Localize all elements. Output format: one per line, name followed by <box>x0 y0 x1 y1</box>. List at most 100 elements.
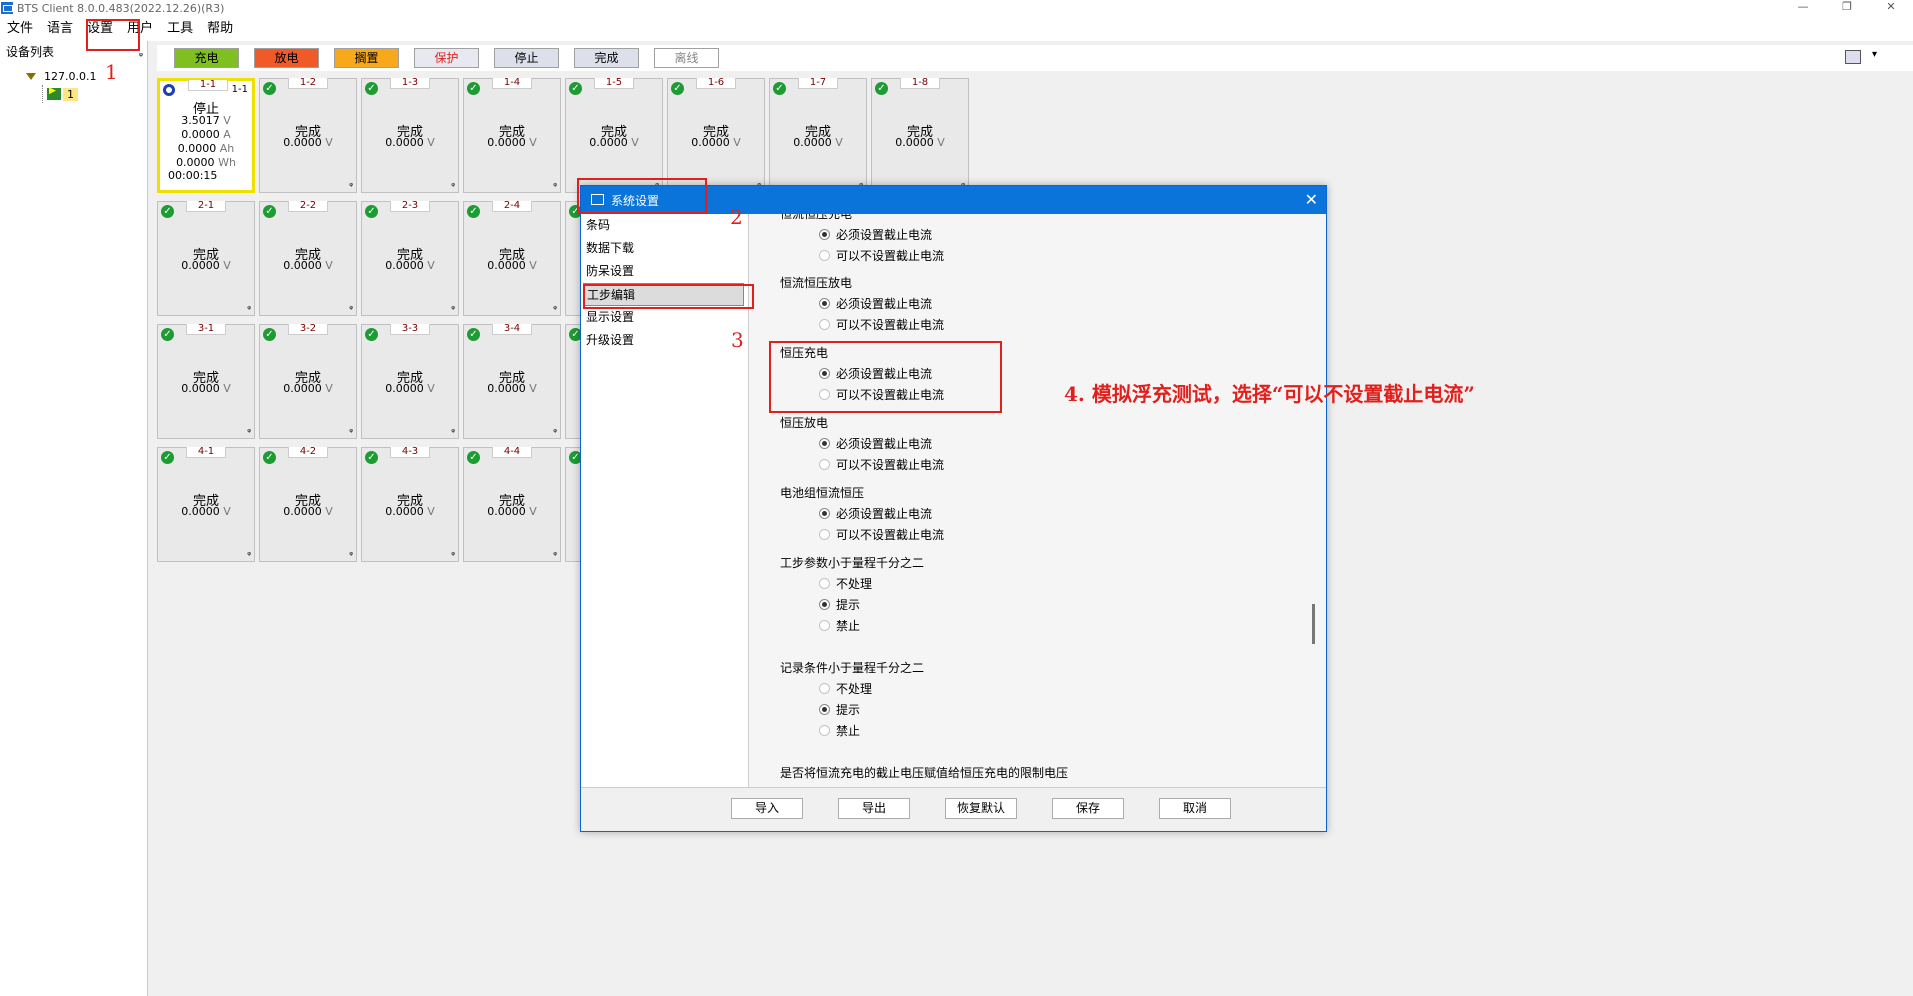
pin-icon[interactable]: ᵩ <box>553 179 557 189</box>
radio-button[interactable] <box>819 229 830 240</box>
pin-icon[interactable]: ᵩ <box>553 548 557 558</box>
channel-cell[interactable]: 1-5 ✓ 完成 0.0000 Vᵩ <box>565 78 663 193</box>
radio-option[interactable]: 可以不设置截止电流 <box>819 526 944 543</box>
tree-node-device[interactable]: 1 <box>42 85 147 103</box>
radio-button[interactable] <box>819 725 830 736</box>
radio-option[interactable]: 必须设置截止电流 <box>819 295 932 312</box>
scrollbar[interactable] <box>1312 214 1316 787</box>
nav-foolproof[interactable]: 防呆设置 <box>581 260 748 283</box>
pin-icon[interactable]: ᵩ <box>451 179 455 189</box>
radio-option[interactable]: 必须设置截止电流 <box>819 435 932 452</box>
channel-cell[interactable]: 2-3 ✓ 完成 0.0000 Vᵩ <box>361 201 459 316</box>
pin-icon[interactable]: ᵩ <box>247 548 251 558</box>
channel-cell[interactable]: 2-1 ✓ 完成 0.0000 Vᵩ <box>157 201 255 316</box>
radio-button[interactable] <box>819 529 830 540</box>
pin-icon[interactable]: ᵩ <box>349 425 353 435</box>
radio-button[interactable] <box>819 508 830 519</box>
radio-option[interactable]: 必须设置截止电流 <box>819 226 932 243</box>
channel-cell[interactable]: 1-8 ✓ 完成 0.0000 Vᵩ <box>871 78 969 193</box>
title-bar: BTS Client 8.0.0.483(2022.12.26)(R3) — ❐… <box>0 0 1913 16</box>
channel-cell[interactable]: 3-1 ✓ 完成 0.0000 Vᵩ <box>157 324 255 439</box>
cancel-button[interactable]: 取消 <box>1159 798 1231 819</box>
pin-icon[interactable]: ᵩ <box>451 548 455 558</box>
pin-icon[interactable]: ᵩ <box>247 302 251 312</box>
layout-icon[interactable] <box>1845 50 1861 64</box>
radio-button[interactable] <box>819 459 830 470</box>
radio-option[interactable]: 不处理 <box>819 575 872 592</box>
channel-cell-selected[interactable]: 1-1 1-1 停止 3.5017 V 0.0000 A 0.0000 Ah 0… <box>157 78 255 193</box>
channel-cell[interactable]: 4-2 ✓ 完成 0.0000 Vᵩ <box>259 447 357 562</box>
pin-icon[interactable]: ᵩ <box>451 425 455 435</box>
nav-barcode[interactable]: 条码 <box>581 214 748 237</box>
channel-cell[interactable]: 1-7 ✓ 完成 0.0000 Vᵩ <box>769 78 867 193</box>
menu-tools[interactable]: 工具 <box>160 16 200 41</box>
pin-icon[interactable]: ᵩ <box>247 425 251 435</box>
tree-node-root[interactable]: 127.0.0.1 <box>26 67 147 85</box>
status-protect[interactable]: 保护 <box>414 48 479 68</box>
radio-button[interactable] <box>819 599 830 610</box>
channel-cell[interactable]: 1-6 ✓ 完成 0.0000 Vᵩ <box>667 78 765 193</box>
radio-option[interactable]: 提示 <box>819 596 860 613</box>
radio-button[interactable] <box>819 250 830 261</box>
status-discharge[interactable]: 放电 <box>254 48 319 68</box>
restore-button[interactable]: ❐ <box>1825 0 1869 16</box>
radio-option[interactable]: 可以不设置截止电流 <box>819 316 944 333</box>
export-button[interactable]: 导出 <box>838 798 910 819</box>
channel-cell[interactable]: 3-4 ✓ 完成 0.0000 Vᵩ <box>463 324 561 439</box>
radio-button[interactable] <box>819 438 830 449</box>
radio-option[interactable]: 不处理 <box>819 680 872 697</box>
save-button[interactable]: 保存 <box>1052 798 1124 819</box>
nav-display[interactable]: 显示设置 <box>581 306 748 329</box>
radio-option[interactable]: 可以不设置截止电流 <box>819 247 944 264</box>
close-button[interactable]: ✕ <box>1869 0 1913 16</box>
channel-cell[interactable]: 1-4 ✓ 完成 0.0000 Vᵩ <box>463 78 561 193</box>
pin-icon[interactable]: ᵩ <box>349 302 353 312</box>
radio-option[interactable]: 提示 <box>819 701 860 718</box>
dialog-close-button[interactable]: ✕ <box>1305 190 1318 209</box>
pin-icon[interactable]: ᵩ <box>451 302 455 312</box>
channel-cell[interactable]: 3-3 ✓ 完成 0.0000 Vᵩ <box>361 324 459 439</box>
pin-icon[interactable]: ᵩ <box>349 548 353 558</box>
channel-cell[interactable]: 2-4 ✓ 完成 0.0000 Vᵩ <box>463 201 561 316</box>
expand-arrow-icon[interactable] <box>26 72 36 80</box>
channel-cell[interactable]: 4-1 ✓ 完成 0.0000 Vᵩ <box>157 447 255 562</box>
restore-default-button[interactable]: 恢复默认 <box>945 798 1017 819</box>
radio-button[interactable] <box>819 704 830 715</box>
radio-option[interactable]: 禁止 <box>819 722 860 739</box>
radio-button[interactable] <box>819 298 830 309</box>
nav-upgrade[interactable]: 升级设置 <box>581 329 748 352</box>
chevron-down-icon[interactable]: ▾ <box>1872 49 1877 60</box>
channel-cell[interactable]: 2-2 ✓ 完成 0.0000 Vᵩ <box>259 201 357 316</box>
status-stop[interactable]: 停止 <box>494 48 559 68</box>
pin-icon[interactable]: ᵩ <box>553 425 557 435</box>
voltage-readout: 0.0000 V <box>487 382 537 395</box>
radio-button[interactable] <box>819 578 830 589</box>
radio-option[interactable]: 必须设置截止电流 <box>819 505 932 522</box>
minimize-button[interactable]: — <box>1781 0 1825 16</box>
channel-cell[interactable]: 3-2 ✓ 完成 0.0000 Vᵩ <box>259 324 357 439</box>
channel-id: 1-8 <box>900 78 940 89</box>
status-complete[interactable]: 完成 <box>574 48 639 68</box>
voltage-readout: 0.0000 V <box>487 505 537 518</box>
status-rest[interactable]: 搁置 <box>334 48 399 68</box>
channel-cell[interactable]: 1-2 ✓ 完成 0.0000 Vᵩ <box>259 78 357 193</box>
menu-file[interactable]: 文件 <box>0 16 40 41</box>
nav-data-download[interactable]: 数据下载 <box>581 237 748 260</box>
radio-button[interactable] <box>819 683 830 694</box>
menu-help[interactable]: 帮助 <box>200 16 240 41</box>
radio-option[interactable]: 禁止 <box>819 617 860 634</box>
status-offline[interactable]: 离线 <box>654 48 719 68</box>
channel-cell[interactable]: 4-3 ✓ 完成 0.0000 Vᵩ <box>361 447 459 562</box>
menu-language[interactable]: 语言 <box>40 16 80 41</box>
radio-option[interactable]: 可以不设置截止电流 <box>819 456 944 473</box>
status-legend-bar: 充电 放电 搁置 保护 停止 完成 离线 ▾ <box>157 45 1913 71</box>
scrollbar-thumb[interactable] <box>1312 604 1315 644</box>
status-charge[interactable]: 充电 <box>174 48 239 68</box>
radio-button[interactable] <box>819 620 830 631</box>
pin-icon[interactable]: ᵩ <box>349 179 353 189</box>
import-button[interactable]: 导入 <box>731 798 803 819</box>
channel-cell[interactable]: 4-4 ✓ 完成 0.0000 Vᵩ <box>463 447 561 562</box>
radio-button[interactable] <box>819 319 830 330</box>
pin-icon[interactable]: ᵩ <box>553 302 557 312</box>
channel-cell[interactable]: 1-3 ✓ 完成 0.0000 Vᵩ <box>361 78 459 193</box>
